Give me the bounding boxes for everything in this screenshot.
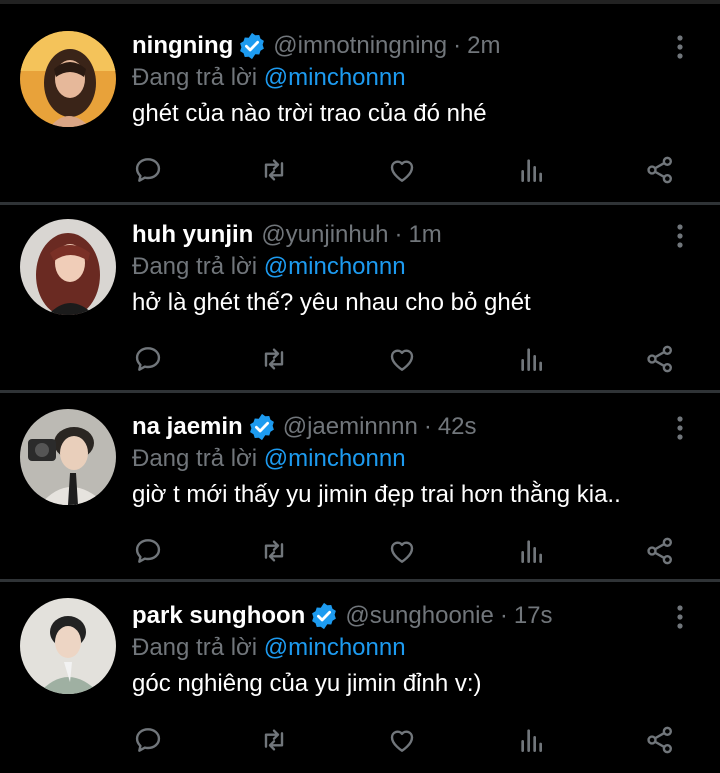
tweet-divider [0,390,720,393]
like-icon[interactable] [386,343,418,375]
avatar-park-sunghoon[interactable] [20,598,116,694]
share-icon[interactable] [644,535,676,567]
tweet-2[interactable]: huh yunjin @yunjinhuh · 1m Đang trả lời … [0,217,720,392]
more-icon[interactable] [668,32,692,62]
more-icon[interactable] [668,221,692,251]
avatar-huh-yunjin[interactable] [20,219,116,315]
timestamp[interactable]: 17s [514,602,553,630]
action-bar [132,724,692,764]
reply-icon[interactable] [132,343,164,375]
action-bar [132,343,692,383]
verified-badge-icon [237,31,267,61]
reply-icon[interactable] [132,535,164,567]
verified-badge-icon [247,412,277,442]
reply-mention[interactable]: @minchonnn [264,445,406,472]
stats-icon[interactable] [516,343,548,375]
reply-prefix: Đang trả lời [132,253,258,280]
tweet-text: giờ t mới thấy yu jimin đẹp trai hơn thằ… [132,481,621,508]
author-handle[interactable]: @yunjinhuh [261,221,388,249]
action-bar [132,535,692,575]
tweet-text: hở là ghét thế? yêu nhau cho bỏ ghét [132,289,531,316]
share-icon[interactable] [644,343,676,375]
tweet-4[interactable]: park sunghoon @sunghoonie · 17s Đang trả… [0,598,720,773]
reply-icon[interactable] [132,154,164,186]
author-name[interactable]: na jaemin [132,413,243,441]
verified-badge-icon [309,601,339,631]
avatar-na-jaemin[interactable] [20,409,116,505]
replying-to: Đang trả lời @minchonnn [132,64,406,92]
more-icon[interactable] [668,413,692,443]
like-icon[interactable] [386,724,418,756]
tweet-text: góc nghiêng của yu jimin đỉnh v:) [132,670,482,697]
timestamp[interactable]: 1m [408,221,441,249]
more-icon[interactable] [668,602,692,632]
timestamp[interactable]: 42s [438,413,477,441]
reply-mention[interactable]: @minchonnn [264,253,406,280]
tweet-divider [0,202,720,205]
reply-mention[interactable]: @minchonnn [264,634,406,661]
author-name[interactable]: ningning [132,32,233,60]
like-icon[interactable] [386,154,418,186]
separator-dot: · [423,413,432,440]
tweet-text: ghét của nào trời trao của đó nhé [132,100,487,127]
reply-prefix: Đang trả lời [132,634,258,661]
separator-dot: · [499,602,508,629]
tweet-3[interactable]: na jaemin @jaeminnnn · 42s Đang trả lời … [0,409,720,584]
share-icon[interactable] [644,724,676,756]
tweet-1[interactable]: ningning @imnotningning · 2m Đang trả lờ… [0,28,720,203]
avatar-ningning[interactable] [20,31,116,127]
retweet-icon[interactable] [258,343,290,375]
retweet-icon[interactable] [258,154,290,186]
author-handle[interactable]: @jaeminnnn [283,413,418,441]
top-divider [0,0,720,4]
stats-icon[interactable] [516,535,548,567]
author-name[interactable]: park sunghoon [132,602,305,630]
stats-icon[interactable] [516,154,548,186]
replying-to: Đang trả lời @minchonnn [132,253,406,281]
reply-mention[interactable]: @minchonnn [264,64,406,91]
author-name[interactable]: huh yunjin [132,221,253,249]
reply-prefix: Đang trả lời [132,445,258,472]
timestamp[interactable]: 2m [467,32,500,60]
author-handle[interactable]: @imnotningning [273,32,447,60]
share-icon[interactable] [644,154,676,186]
reply-prefix: Đang trả lời [132,64,258,91]
reply-icon[interactable] [132,724,164,756]
separator-dot: · [453,32,462,59]
retweet-icon[interactable] [258,724,290,756]
tweet-divider [0,579,720,582]
action-bar [132,154,692,194]
stats-icon[interactable] [516,724,548,756]
replying-to: Đang trả lời @minchonnn [132,445,406,473]
replying-to: Đang trả lời @minchonnn [132,634,406,662]
separator-dot: · [394,221,403,248]
author-handle[interactable]: @sunghoonie [345,602,493,630]
retweet-icon[interactable] [258,535,290,567]
like-icon[interactable] [386,535,418,567]
